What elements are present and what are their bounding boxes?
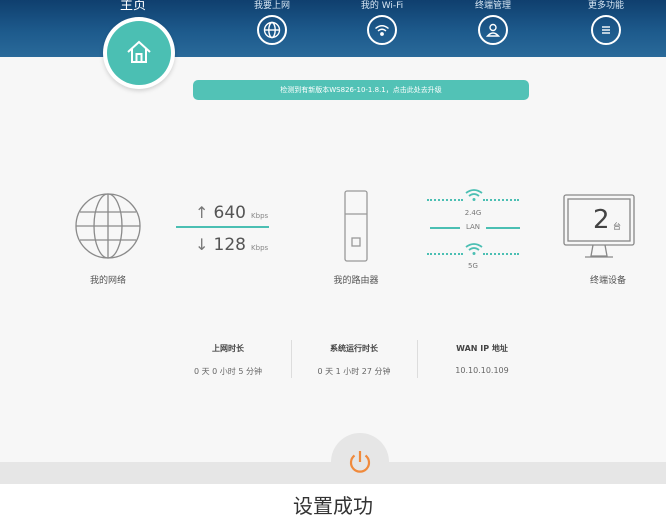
wifi-24-link-left — [427, 199, 463, 201]
upload-speed: ↑ 640 Kbps — [195, 203, 268, 223]
menu-icon — [591, 15, 621, 45]
band-24g-label: 2.4G — [464, 209, 482, 217]
nav-more-functions-label: 更多功能 — [587, 1, 624, 11]
arrow-up-icon: ↑ — [195, 203, 209, 222]
online-duration: 上网时长 0 天 0 小时 5 分钟 — [168, 343, 288, 377]
speed-divider — [176, 226, 269, 228]
my-network-label: 我的网络 — [89, 276, 126, 286]
upload-speed-value: 640 — [213, 203, 246, 223]
firmware-update-banner[interactable]: 检测到有新版本WS826-10-1.8.1，点击此处去升级 — [193, 80, 529, 100]
wan-ip-value: 10.10.10.109 — [455, 366, 509, 375]
wifi-24g-icon — [465, 189, 483, 201]
device-count-unit: 台 — [613, 222, 621, 231]
nav-internet-label: 我要上网 — [253, 1, 290, 11]
globe-icon — [257, 15, 287, 45]
upload-speed-unit: Kbps — [251, 212, 269, 220]
home-icon — [127, 40, 151, 63]
system-uptime-value: 0 天 1 小时 27 分钟 — [317, 367, 391, 376]
wifi-icon — [367, 15, 397, 45]
router-admin-app: 主页 我要上网 我的 Wi-Fi 终端管理 更多功能 检测到有新版本WS826-… — [0, 0, 666, 484]
lan-link-left — [430, 227, 460, 229]
nav-internet[interactable]: 我要上网 — [232, 0, 312, 45]
home-button[interactable] — [103, 17, 175, 89]
home-tab-label[interactable]: 主页 — [120, 0, 146, 13]
band-5g-label: 5G — [468, 262, 478, 270]
stat-divider — [417, 340, 418, 378]
device-count-value: 2 — [593, 205, 610, 235]
online-duration-label: 上网时长 — [212, 344, 244, 353]
power-button[interactable] — [331, 433, 389, 484]
wan-ip: WAN IP 地址 10.10.10.109 — [422, 343, 542, 375]
home-button-face — [107, 21, 171, 85]
wifi-5g-icon — [465, 243, 483, 255]
band-lan-label: LAN — [465, 223, 481, 231]
nav-device-management[interactable]: 终端管理 — [453, 0, 533, 45]
stat-divider — [291, 340, 292, 378]
wifi-5g-link-right — [483, 253, 519, 255]
download-speed-value: 128 — [213, 235, 246, 255]
user-icon — [478, 15, 508, 45]
wifi-24-link-right — [483, 199, 519, 201]
lan-link-right — [486, 227, 520, 229]
download-speed: ↓ 128 Kbps — [195, 235, 268, 255]
nav-more-functions[interactable]: 更多功能 — [566, 0, 646, 45]
system-uptime: 系统运行时长 0 天 1 小时 27 分钟 — [294, 343, 414, 377]
wifi-5g-link-left — [427, 253, 463, 255]
nav-my-wifi[interactable]: 我的 Wi-Fi — [342, 0, 422, 45]
online-duration-value: 0 天 0 小时 5 分钟 — [194, 367, 262, 376]
terminal-devices-label: 终端设备 — [589, 276, 626, 286]
system-uptime-label: 系统运行时长 — [330, 344, 378, 353]
top-nav-bar: 主页 我要上网 我的 Wi-Fi 终端管理 更多功能 — [0, 0, 666, 57]
success-toast: 设置成功 — [0, 484, 666, 519]
my-network-globe-icon[interactable] — [74, 192, 142, 260]
download-speed-unit: Kbps — [251, 244, 269, 252]
wan-ip-label: WAN IP 地址 — [456, 344, 508, 353]
power-icon — [349, 451, 371, 473]
arrow-down-icon: ↓ — [195, 235, 209, 254]
router-icon[interactable] — [344, 190, 368, 262]
my-router-label: 我的路由器 — [333, 276, 379, 286]
success-toast-text: 设置成功 — [293, 494, 373, 518]
nav-device-management-label: 终端管理 — [474, 1, 511, 11]
nav-my-wifi-label: 我的 Wi-Fi — [360, 1, 404, 11]
